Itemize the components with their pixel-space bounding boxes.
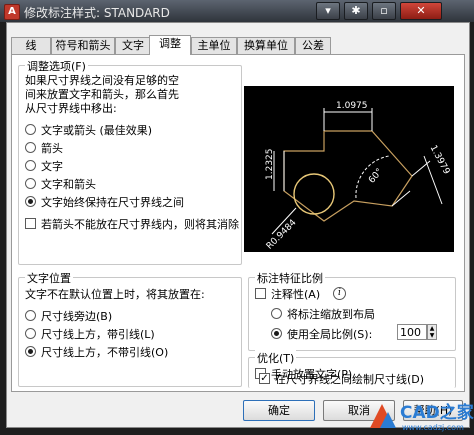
over-without-leader-radio[interactable]: [25, 346, 36, 357]
ok-button[interactable]: 确定: [243, 400, 315, 421]
watermark-brand: CAD之家: [400, 402, 474, 423]
fit-option-arrows-label: 箭头: [41, 142, 63, 155]
tab-fit[interactable]: 调整: [149, 35, 191, 55]
fit-option-text-radio[interactable]: [25, 160, 36, 171]
text-placement-legend: 文字位置: [25, 270, 73, 286]
fit-option-best-fit-radio[interactable]: [25, 124, 36, 135]
preview-dim-horizontal: 1.0975: [336, 101, 368, 111]
preview-circle: [293, 173, 335, 215]
title-bar: A 修改标注样式: STANDARD ▾ ✱ ▫ ✕: [0, 0, 474, 22]
preview-dim-vertical: 1.2325: [265, 149, 275, 181]
annotative-label: 注释性(A): [271, 288, 321, 301]
pin-button[interactable]: ✱: [344, 2, 368, 20]
tab-tolerances[interactable]: 公差: [295, 37, 331, 54]
annotative-checkbox[interactable]: [255, 288, 266, 299]
fine-tuning-legend: 优化(T): [255, 350, 297, 366]
text-placement-description: 文字不在默认位置上时，将其放置在:: [25, 288, 205, 301]
site-watermark: CAD之家 www.cadzj.com: [366, 390, 474, 432]
window-title: 修改标注样式: STANDARD: [24, 6, 170, 20]
fit-option-best-fit-label: 文字或箭头 (最佳效果): [41, 124, 153, 137]
over-with-leader-label: 尺寸线上方，带引线(L): [41, 328, 155, 341]
tab-primary-units[interactable]: 主单位: [191, 37, 237, 54]
global-scale-spinner[interactable]: ▲ ▼: [427, 324, 437, 340]
draw-dimline-checkbox[interactable]: ✓: [259, 373, 270, 384]
fit-option-both-radio[interactable]: [25, 178, 36, 189]
scale-to-layout-label: 将标注缩放到布局: [287, 308, 375, 321]
scale-group: 标注特征比例 注释性(A) i 将标注缩放到布局 使用全局比例(S): ▲▼: [248, 270, 456, 351]
fit-options-group: 调整选项(F) 如果尺寸界线之间没有足够的空 间来放置文字和箭头，那么首先 从尺…: [18, 58, 242, 265]
global-scale-label: 使用全局比例(S):: [287, 328, 373, 341]
suppress-arrows-checkbox[interactable]: [25, 218, 36, 229]
suppress-arrows-label: 若箭头不能放在尺寸界线内，则将其消除: [41, 218, 239, 231]
fit-option-arrows-radio[interactable]: [25, 142, 36, 153]
preview-dim-aligned: 1.3979: [428, 144, 452, 177]
fit-option-always-keep-radio[interactable]: [25, 196, 36, 207]
global-scale-radio[interactable]: [271, 328, 282, 339]
tab-lines[interactable]: 线: [11, 37, 51, 54]
global-scale-input[interactable]: [397, 324, 427, 340]
beside-dimline-label: 尺寸线旁边(B): [41, 310, 113, 323]
dimension-style-dialog: 线 符号和箭头 文字 调整 主单位 换算单位 公差 调整选项(F) 如果尺寸界线…: [6, 22, 470, 428]
scale-to-layout-radio[interactable]: [271, 308, 282, 319]
watermark-url: www.cadzj.com: [402, 423, 464, 432]
tab-symbols-arrows[interactable]: 符号和箭头: [51, 37, 115, 54]
scale-legend: 标注特征比例: [255, 270, 325, 286]
preview-drawing: 1.0975 1.2325 1.3979 60° R0.9484: [265, 101, 452, 252]
preview-dim-angle: 60°: [367, 167, 385, 186]
over-with-leader-radio[interactable]: [25, 328, 36, 339]
text-placement-group: 文字位置 文字不在默认位置上时，将其放置在: 尺寸线旁边(B) 尺寸线上方，带引…: [18, 270, 242, 387]
tab-text[interactable]: 文字: [115, 37, 151, 54]
app-icon: A: [4, 4, 20, 20]
tab-alternate-units[interactable]: 换算单位: [237, 37, 295, 54]
fit-description-line-3: 从尺寸界线中移出:: [25, 102, 117, 115]
dimension-preview: 1.0975 1.2325 1.3979 60° R0.9484: [244, 86, 454, 252]
fit-option-always-keep-label: 文字始终保持在尺寸界线之间: [41, 196, 184, 209]
restore-button[interactable]: ▫: [372, 2, 396, 20]
beside-dimline-radio[interactable]: [25, 310, 36, 321]
over-without-leader-label: 尺寸线上方，不带引线(O): [41, 346, 169, 359]
dropdown-button[interactable]: ▾: [316, 2, 340, 20]
draw-dimline-label: 在尺寸界线之间绘制尺寸线(D): [275, 373, 425, 386]
fit-option-text-label: 文字: [41, 160, 63, 173]
close-button[interactable]: ✕: [400, 2, 442, 20]
fit-tab-panel: 调整选项(F) 如果尺寸界线之间没有足够的空 间来放置文字和箭头，那么首先 从尺…: [11, 54, 465, 392]
fit-option-both-label: 文字和箭头: [41, 178, 96, 191]
info-icon[interactable]: i: [333, 287, 346, 300]
